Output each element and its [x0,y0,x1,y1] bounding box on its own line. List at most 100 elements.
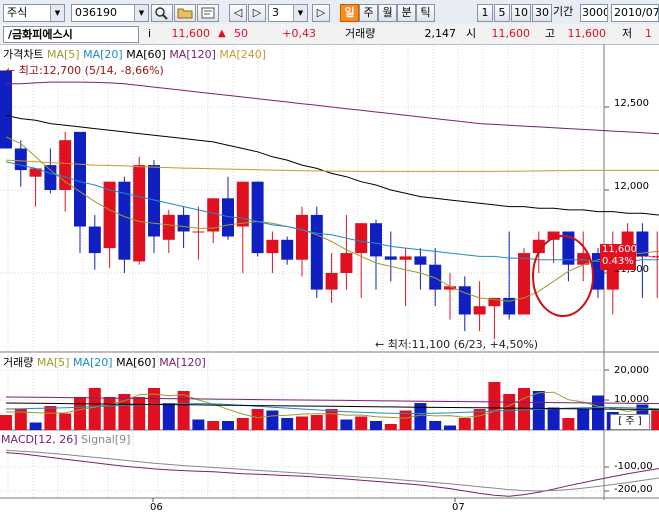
candle-down [384,256,397,260]
volume-panel-legend: 거래량 MA[5] MA[20] MA[60] MA[120] [3,356,206,370]
candle-up [207,198,220,232]
candle-down [414,256,427,265]
arrow-left-icon: ◁ [233,6,243,19]
candle-up [399,256,412,260]
high-label: 고 [545,27,556,40]
search-button[interactable] [151,4,173,22]
price-ma5-label: MA[5] [46,48,80,61]
change-value: 50 [234,27,248,40]
arrow-right-icon: ▷ [252,6,262,19]
volume-bar-down [592,395,604,430]
volume-y-tick: 10,000 [614,394,649,405]
volume-bar-down [162,403,175,430]
current-price: 11,600 [171,27,211,40]
volume-bar-down [29,422,42,430]
prev-button[interactable]: ◁ [229,4,247,22]
period-input[interactable]: 3000 [580,4,608,22]
candle-down [74,131,86,227]
volume-y-tick: 20,000 [614,365,649,376]
volume-bar-down [547,407,560,430]
candle-up [103,181,116,249]
macd-y-tick: -100,00 [614,461,653,472]
interval-30-button[interactable]: 30 [532,4,552,22]
search-icon [155,7,168,20]
candle-down [88,226,101,254]
change-arrow-icon: ▲ [218,28,226,39]
volume-bar-up [651,410,659,430]
candle-up [518,253,530,315]
next-button[interactable]: ▷ [248,4,266,22]
count-select[interactable]: 3 ▼ [268,4,308,22]
low-annotation: ← 최저:11,100 (6/23, +4,50%) [375,338,539,351]
macd-panel-legend: MACD[12, 26] Signal[9] [1,433,130,447]
interval-1-button[interactable]: 1 [477,4,493,22]
volume-panel-title: 거래량 [3,356,34,369]
quote-bar: /금화피에스시 i 11,600 ▲ 50 +0,43 거래량 2,147 시 … [0,24,659,45]
tab-week[interactable]: 주 [359,4,378,22]
date-input[interactable]: 2010/07 [611,4,659,22]
macd-signal-label: Signal[9] [81,433,131,446]
volume-bar-up [458,418,471,430]
config-button[interactable] [197,4,219,22]
play-button[interactable]: ▷ [312,4,330,22]
price-y-tick: 12,500 [614,98,649,109]
price-ma240-label: MA[240] [219,48,267,61]
volume-ma120-label: MA[120] [159,356,206,369]
volume-bar-up [296,416,308,430]
volume-bar-down [281,418,294,430]
volume-bar-down [370,421,382,430]
volume-bar-up [384,424,397,430]
tab-minute[interactable]: 분 [397,4,416,22]
volume-bar-up [355,416,368,430]
candle-up [473,306,486,315]
volume-bar-down [532,391,545,430]
high-annotation: ← 최고:12,700 (5/14, -8,66%) [6,64,164,77]
low-value: 1 [645,27,652,40]
settings-icon [201,7,215,19]
candle-up [340,253,353,273]
tab-tick[interactable]: 틱 [416,4,435,22]
folder-button[interactable] [174,4,196,22]
chevron-down-icon: ▼ [293,5,307,21]
candle-up [192,231,205,233]
high-value: 11,600 [567,27,607,40]
toolbar: 주식 ▼ 036190 ▼ ◁ ▷ 3 ▼ ▷ 일 주 월 분 틱 1 5 10… [0,0,659,25]
chevron-down-icon: ▼ [50,5,64,21]
candle-down [177,214,190,232]
x-axis-label: 07 [452,502,465,513]
volume-bar-down [340,419,353,430]
volume-bar-up [207,421,220,430]
stock-code-input[interactable]: 036190 ▼ [71,4,149,22]
market-type-select[interactable]: 주식 ▼ [3,4,65,22]
volume-bar-up [103,397,116,430]
macd-title: MACD[12, 26] [1,433,78,446]
tab-month[interactable]: 월 [378,4,397,22]
price-ma120-label: MA[120] [169,48,216,61]
volume-bar-up [0,415,12,430]
play-icon: ▷ [316,6,326,19]
volume-bar-down [222,421,234,430]
volume-bar-down [429,421,442,430]
tab-day[interactable]: 일 [340,4,359,22]
period-label: 기간 [553,5,574,18]
candle-down [429,264,442,290]
open-label: 시 [466,27,477,40]
volume-bar-up [44,406,57,430]
volume-bar-up [59,413,72,430]
volume-bar-up [310,415,323,430]
volume-label: 거래량 [345,27,376,40]
price-ma60-label: MA[60] [126,48,166,61]
price-ma20-label: MA[20] [83,48,123,61]
volume-bar-down [192,419,205,430]
candle-down [281,239,294,260]
interval-10-button[interactable]: 10 [511,4,531,22]
open-value: 11,600 [491,27,531,40]
candle-up [355,223,368,254]
volume-bar-up [88,388,101,430]
volume-bar-up [325,409,338,430]
change-percent: +0,43 [282,27,316,40]
price-panel-title: 가격차트 [3,48,44,61]
folder-icon [177,8,193,19]
interval-5-button[interactable]: 5 [494,4,510,22]
last-price-value: 11,600 [602,244,637,255]
